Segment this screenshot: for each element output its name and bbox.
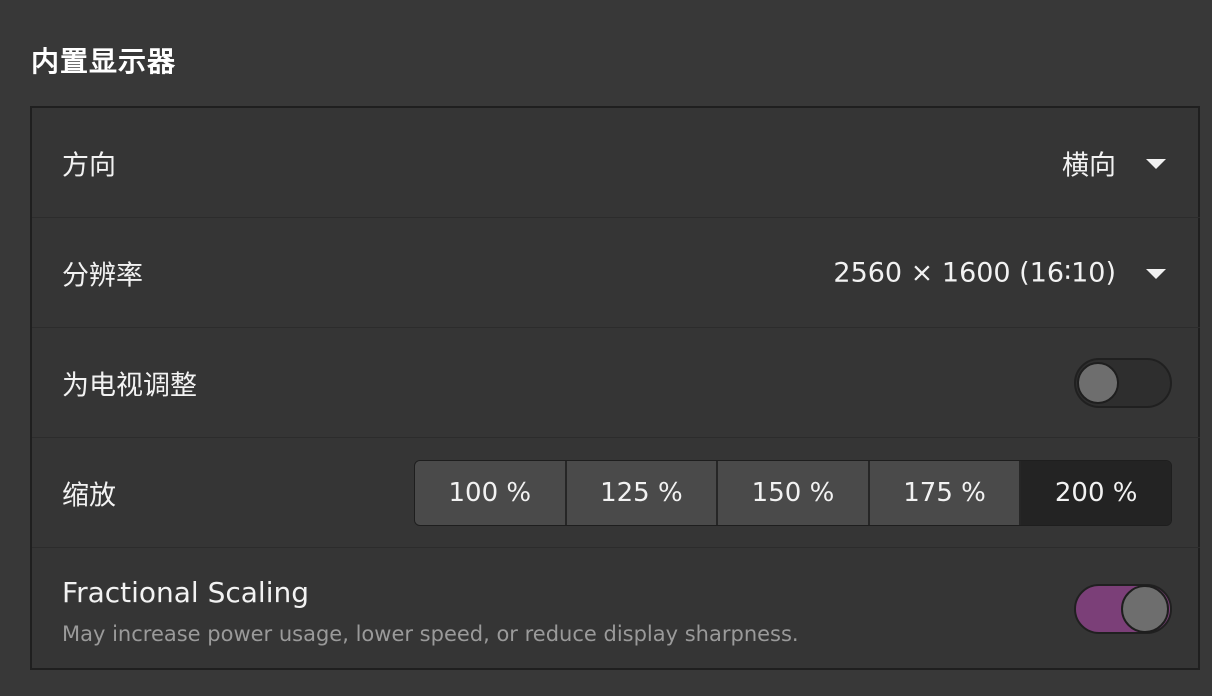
fractional-scaling-label: Fractional Scaling [62, 576, 310, 609]
tv-adjust-label: 为电视调整 [62, 370, 197, 401]
orientation-value[interactable]: 横向 [1062, 143, 1116, 182]
chevron-down-icon[interactable] [1146, 158, 1166, 169]
scale-option-175[interactable]: 175 % [869, 460, 1022, 525]
orientation-label: 方向 [62, 150, 116, 181]
scale-option-200[interactable]: 200 % [1021, 460, 1171, 525]
fractional-scaling-toggle[interactable] [1074, 584, 1172, 634]
orientation-row[interactable]: 方向 横向 [32, 108, 1200, 218]
scale-segmented-control: 100 % 125 % 150 % 175 % 200 % [414, 459, 1172, 526]
tv-adjust-toggle[interactable] [1074, 357, 1172, 408]
resolution-label: 分辨率 [62, 260, 143, 291]
display-settings-panel: 方向 横向 分辨率 2560 × 1600 (16∶10) 为电视调整 缩放 1… [30, 106, 1200, 670]
fractional-scaling-row: Fractional Scaling May increase power us… [32, 548, 1200, 670]
scale-row: 缩放 100 % 125 % 150 % 175 % 200 % [32, 438, 1200, 548]
toggle-knob [1077, 361, 1119, 404]
toggle-knob [1121, 585, 1169, 633]
resolution-row[interactable]: 分辨率 2560 × 1600 (16∶10) [32, 218, 1200, 328]
scale-label: 缩放 [62, 480, 116, 511]
fractional-scaling-description: May increase power usage, lower speed, o… [62, 622, 799, 646]
scale-option-125[interactable]: 125 % [566, 460, 719, 525]
display-settings-page: 内置显示器 方向 横向 分辨率 2560 × 1600 (16∶10) 为电视调… [0, 0, 1212, 696]
resolution-value[interactable]: 2560 × 1600 (16∶10) [833, 257, 1116, 288]
scale-option-150[interactable]: 150 % [718, 460, 870, 525]
scale-option-100[interactable]: 100 % [415, 460, 567, 525]
section-title: 内置显示器 [31, 45, 177, 78]
tv-adjust-row: 为电视调整 [32, 328, 1200, 438]
chevron-down-icon[interactable] [1146, 268, 1166, 279]
